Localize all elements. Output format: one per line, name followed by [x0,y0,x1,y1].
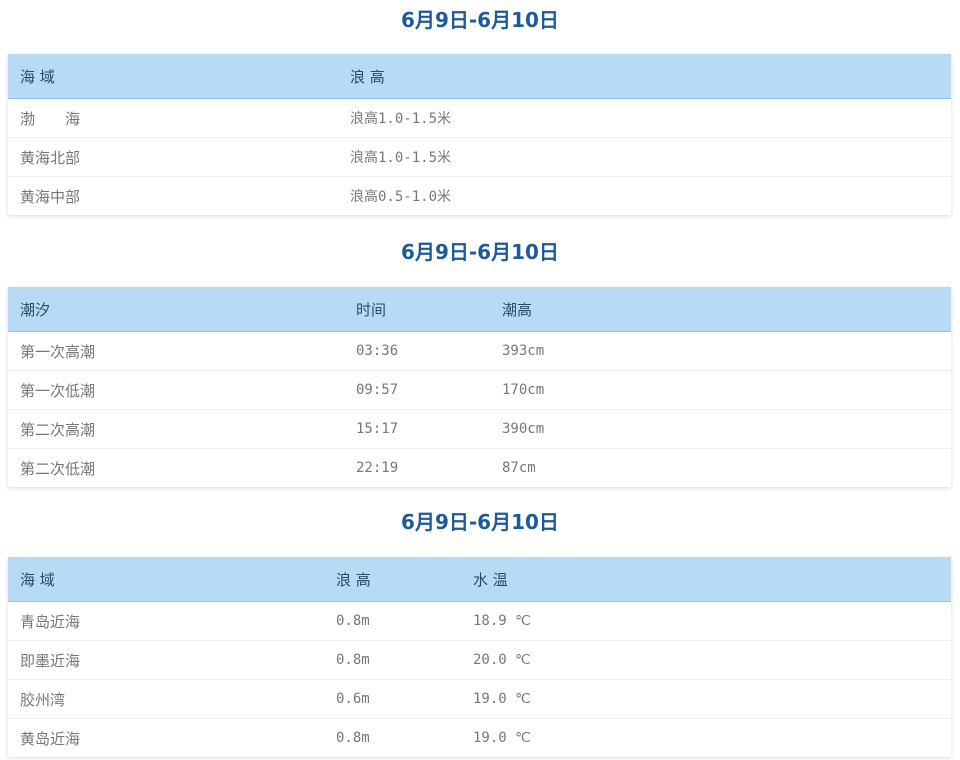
wave-height-cell: 浪高1.0-1.5米 [350,150,452,166]
table-row: 第二次低潮 22:19 87cm [8,449,951,487]
table-row: 第一次低潮 09:57 170cm [8,371,951,410]
time-cell: 15:17 [356,421,399,437]
header-water-temp: 水 温 [473,570,508,589]
water-temp-table: 海 域 浪 高 水 温 青岛近海 0.8m 18.9 ℃ 即墨近海 0.8m 2… [8,557,951,757]
section2-title: 6月9日-6月10日 [401,240,559,264]
tide-cell: 第二次高潮 [20,420,96,439]
header-sea-area: 海 域 [20,67,55,86]
water-temp-cell: 19.0 ℃ [473,691,531,707]
wave-height-cell: 0.8m [336,613,370,629]
header-tide-height: 潮高 [502,300,533,319]
sea-area-cell: 黄岛近海 [20,729,81,748]
wave-height-cell: 浪高1.0-1.5米 [350,111,452,127]
header-tide: 潮汐 [20,300,51,319]
table-row: 即墨近海 0.8m 20.0 ℃ [8,641,951,680]
time-cell: 03:36 [356,343,399,359]
section1-title: 6月9日-6月10日 [401,8,559,32]
water-temp-cell: 20.0 ℃ [473,652,531,668]
wave-height-cell: 浪高0.5-1.0米 [350,189,452,205]
tide-height-cell: 87cm [502,460,536,476]
tide-height-cell: 390cm [502,421,545,437]
section3-title: 6月9日-6月10日 [401,510,559,534]
time-cell: 09:57 [356,382,399,398]
sea-area-cell: 黄海北部 [20,148,81,167]
tide-height-cell: 393cm [502,343,545,359]
water-temp-cell: 19.0 ℃ [473,730,531,746]
table-row: 第一次高潮 03:36 393cm [8,332,951,371]
tide-height-cell: 170cm [502,382,545,398]
tide-cell: 第一次低潮 [20,381,96,400]
table-row: 黄海中部 浪高0.5-1.0米 [8,177,951,215]
sea-area-cell: 黄海中部 [20,187,81,206]
header-sea-area: 海 域 [20,570,55,589]
wave-height-cell: 0.8m [336,730,370,746]
sea-area-cell: 胶州湾 [20,690,66,709]
table-row: 渤 海 浪高1.0-1.5米 [8,99,951,138]
sea-area-cell: 青岛近海 [20,612,81,631]
wave-height-cell: 0.6m [336,691,370,707]
table-header: 海 域 浪 高 [8,54,951,99]
sea-area-cell: 渤 海 [20,109,81,128]
header-wave-height: 浪 高 [336,570,371,589]
water-temp-cell: 18.9 ℃ [473,613,531,629]
time-cell: 22:19 [356,460,399,476]
tide-table: 潮汐 时间 潮高 第一次高潮 03:36 393cm 第一次低潮 09:57 1… [8,287,951,487]
header-wave-height: 浪 高 [350,67,385,86]
wave-height-cell: 0.8m [336,652,370,668]
table-row: 青岛近海 0.8m 18.9 ℃ [8,602,951,641]
table-row: 第二次高潮 15:17 390cm [8,410,951,449]
table-header: 潮汐 时间 潮高 [8,287,951,332]
tide-cell: 第一次高潮 [20,342,96,361]
table-row: 黄岛近海 0.8m 19.0 ℃ [8,719,951,757]
tide-cell: 第二次低潮 [20,459,96,478]
table-row: 胶州湾 0.6m 19.0 ℃ [8,680,951,719]
sea-area-cell: 即墨近海 [20,651,81,670]
header-time: 时间 [356,300,387,319]
table-header: 海 域 浪 高 水 温 [8,557,951,602]
wave-height-table: 海 域 浪 高 渤 海 浪高1.0-1.5米 黄海北部 浪高1.0-1.5米 黄… [8,54,951,215]
table-row: 黄海北部 浪高1.0-1.5米 [8,138,951,177]
